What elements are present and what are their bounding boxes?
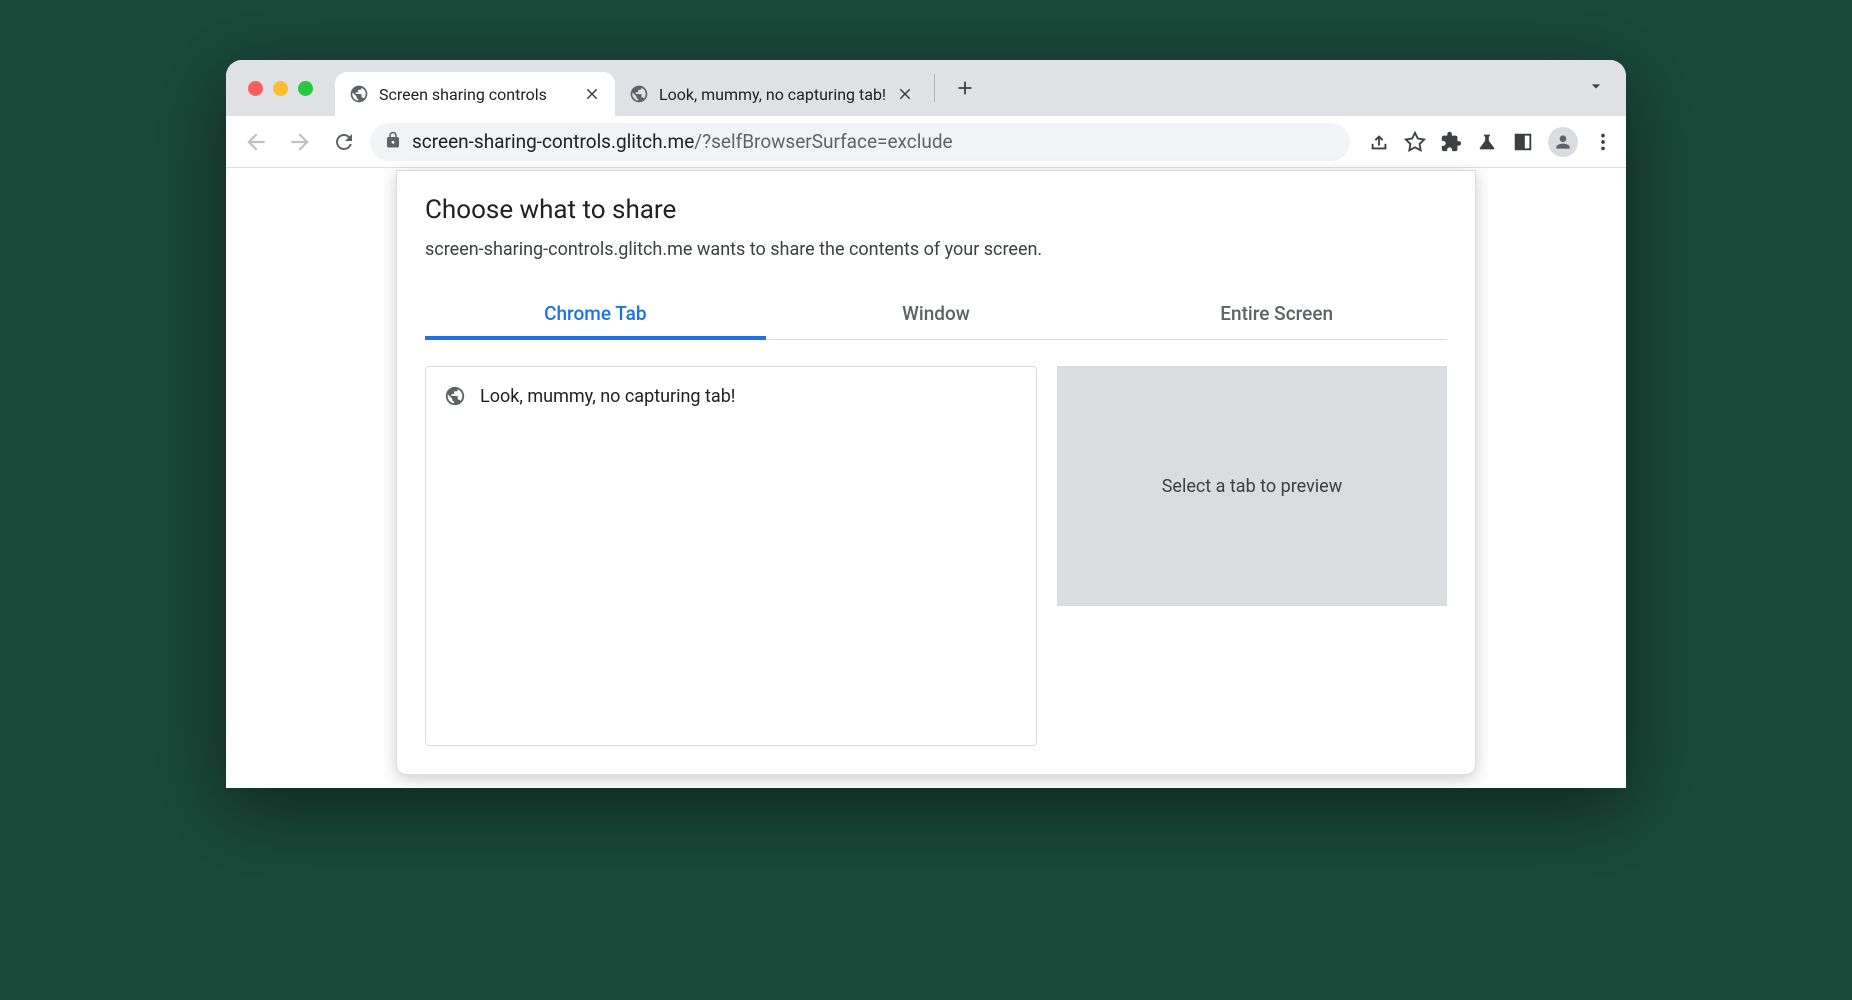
lock-icon <box>384 131 402 153</box>
extensions-puzzle-icon[interactable] <box>1440 131 1462 153</box>
close-tab-icon[interactable] <box>896 85 914 103</box>
tab-title: Look, mummy, no capturing tab! <box>659 85 886 104</box>
globe-icon <box>629 84 649 104</box>
url-text: screen-sharing-controls.glitch.me/?selfB… <box>412 130 953 153</box>
share-icon[interactable] <box>1368 131 1390 153</box>
traffic-lights <box>248 81 313 96</box>
title-bar: Screen sharing controls Look, mummy, no … <box>226 60 1626 116</box>
close-tab-icon[interactable] <box>583 85 601 103</box>
menu-dots-icon[interactable] <box>1592 131 1614 153</box>
back-button[interactable] <box>238 124 274 160</box>
title-bar-actions <box>1578 68 1614 108</box>
profile-avatar[interactable] <box>1548 127 1578 157</box>
tab-title: Screen sharing controls <box>379 85 573 104</box>
globe-icon <box>444 385 466 407</box>
reload-button[interactable] <box>326 124 362 160</box>
share-tab-list: Look, mummy, no capturing tab! <box>425 366 1037 746</box>
url-path: /?selfBrowserSurface=exclude <box>694 130 952 153</box>
share-source-tabs: Chrome Tab Window Entire Screen <box>425 288 1447 340</box>
share-content: Look, mummy, no capturing tab! Select a … <box>425 366 1447 746</box>
side-panel-icon[interactable] <box>1512 131 1534 153</box>
maximize-window-button[interactable] <box>298 81 313 96</box>
share-tab-entire-screen[interactable]: Entire Screen <box>1106 288 1447 339</box>
toolbar-actions <box>1368 127 1614 157</box>
labs-flask-icon[interactable] <box>1476 131 1498 153</box>
toolbar: screen-sharing-controls.glitch.me/?selfB… <box>226 116 1626 168</box>
browser-tab-active[interactable]: Screen sharing controls <box>335 72 615 116</box>
dialog-subtitle: screen-sharing-controls.glitch.me wants … <box>425 239 1447 260</box>
browser-window: Screen sharing controls Look, mummy, no … <box>226 60 1626 788</box>
globe-icon <box>349 84 369 104</box>
dialog-title: Choose what to share <box>425 195 1447 225</box>
share-tab-list-item-title: Look, mummy, no capturing tab! <box>480 386 735 407</box>
new-tab-button[interactable] <box>949 72 981 104</box>
address-bar[interactable]: screen-sharing-controls.glitch.me/?selfB… <box>370 123 1350 161</box>
share-tab-chrome-tab[interactable]: Chrome Tab <box>425 288 766 339</box>
bookmark-star-icon[interactable] <box>1404 131 1426 153</box>
tab-search-button[interactable] <box>1578 68 1614 108</box>
forward-button[interactable] <box>282 124 318 160</box>
browser-tab[interactable]: Look, mummy, no capturing tab! <box>615 72 928 116</box>
browser-tabs: Screen sharing controls Look, mummy, no … <box>335 60 981 116</box>
url-host: screen-sharing-controls.glitch.me <box>412 130 694 153</box>
screen-share-dialog: Choose what to share screen-sharing-cont… <box>396 170 1476 775</box>
share-preview-pane: Select a tab to preview <box>1057 366 1447 606</box>
tab-divider <box>934 74 935 102</box>
preview-placeholder-text: Select a tab to preview <box>1162 476 1343 497</box>
content-area: Choose what to share screen-sharing-cont… <box>226 168 1626 788</box>
minimize-window-button[interactable] <box>273 81 288 96</box>
close-window-button[interactable] <box>248 81 263 96</box>
share-tab-list-item[interactable]: Look, mummy, no capturing tab! <box>426 375 1036 417</box>
share-tab-window[interactable]: Window <box>766 288 1107 339</box>
